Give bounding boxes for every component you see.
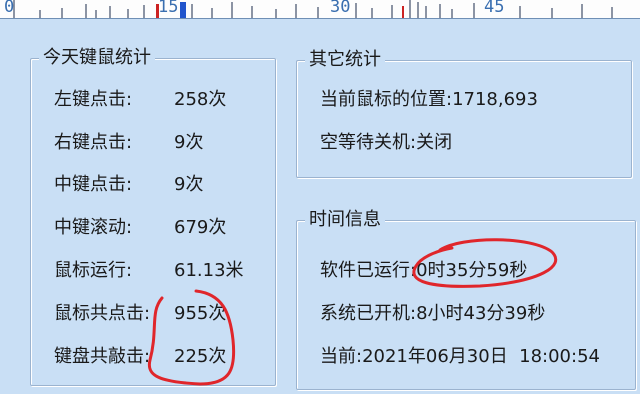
cursor-position-row: 当前鼠标的位置:1718,693 xyxy=(320,88,538,112)
left-click-label: 左键点击: xyxy=(54,89,133,110)
idle-shutdown-value: 关闭 xyxy=(416,132,453,153)
other-stats-group: 其它统计 xyxy=(296,49,632,178)
idle-shutdown-row: 空等待关机:关闭 xyxy=(320,131,452,155)
mouse-total-clicks-value: 955次 xyxy=(174,303,227,324)
middle-scroll-value: 679次 xyxy=(174,217,227,238)
mouse-total-clicks-row: 鼠标共点击: 955次 xyxy=(54,302,226,326)
timeline-tick-45: 45 xyxy=(484,0,505,17)
keyboard-total-strokes-value: 225次 xyxy=(174,346,227,367)
left-click-value: 258次 xyxy=(174,89,227,110)
timeline-tick-0: 0 xyxy=(4,0,15,17)
activity-timeline: 0 15 30 45 xyxy=(0,0,640,19)
mouse-distance-row: 鼠标运行: 61.13米 xyxy=(54,259,244,283)
mouse-total-clicks-label: 鼠标共点击: xyxy=(54,303,151,324)
cursor-position-value: 1718,693 xyxy=(452,89,538,110)
middle-scroll-label: 中键滚动: xyxy=(54,217,133,238)
right-click-row: 右键点击: 9次 xyxy=(54,131,203,155)
keyboard-total-strokes-label: 键盘共敲击: xyxy=(54,346,151,367)
right-click-value: 9次 xyxy=(174,132,204,153)
current-datetime-value: 2021年06月30日 18:00:54 xyxy=(362,346,600,367)
current-datetime-row: 当前:2021年06月30日 18:00:54 xyxy=(320,345,600,369)
timeline-tick-30: 30 xyxy=(330,0,351,17)
system-uptime-value: 8小时43分39秒 xyxy=(416,303,546,324)
other-stats-title: 其它统计 xyxy=(305,49,385,71)
idle-shutdown-label: 空等待关机: xyxy=(320,132,417,153)
middle-click-row: 中键点击: 9次 xyxy=(54,173,203,197)
middle-click-label: 中键点击: xyxy=(54,174,133,195)
timeline-bars xyxy=(13,0,613,18)
right-click-label: 右键点击: xyxy=(54,132,133,153)
app-uptime-row: 软件已运行:0时35分59秒 xyxy=(320,259,527,283)
keyboard-total-strokes-row: 键盘共敲击: 225次 xyxy=(54,345,226,369)
mouse-distance-label: 鼠标运行: xyxy=(54,260,133,281)
time-info-title: 时间信息 xyxy=(305,209,385,231)
system-uptime-row: 系统已开机:8小时43分39秒 xyxy=(320,302,545,326)
mouse-distance-value: 61.13米 xyxy=(174,260,244,281)
timeline-tick-15: 15 xyxy=(158,0,179,17)
app-uptime-value: 0时35分59秒 xyxy=(416,260,528,281)
system-uptime-label: 系统已开机: xyxy=(320,303,417,324)
cursor-position-label: 当前鼠标的位置: xyxy=(320,89,453,110)
left-click-row: 左键点击: 258次 xyxy=(54,88,226,112)
app-uptime-label: 软件已运行: xyxy=(320,260,417,281)
middle-click-value: 9次 xyxy=(174,174,204,195)
middle-scroll-row: 中键滚动: 679次 xyxy=(54,216,226,240)
keymouse-stats-title: 今天键鼠统计 xyxy=(39,47,155,69)
current-datetime-label: 当前: xyxy=(320,346,363,367)
